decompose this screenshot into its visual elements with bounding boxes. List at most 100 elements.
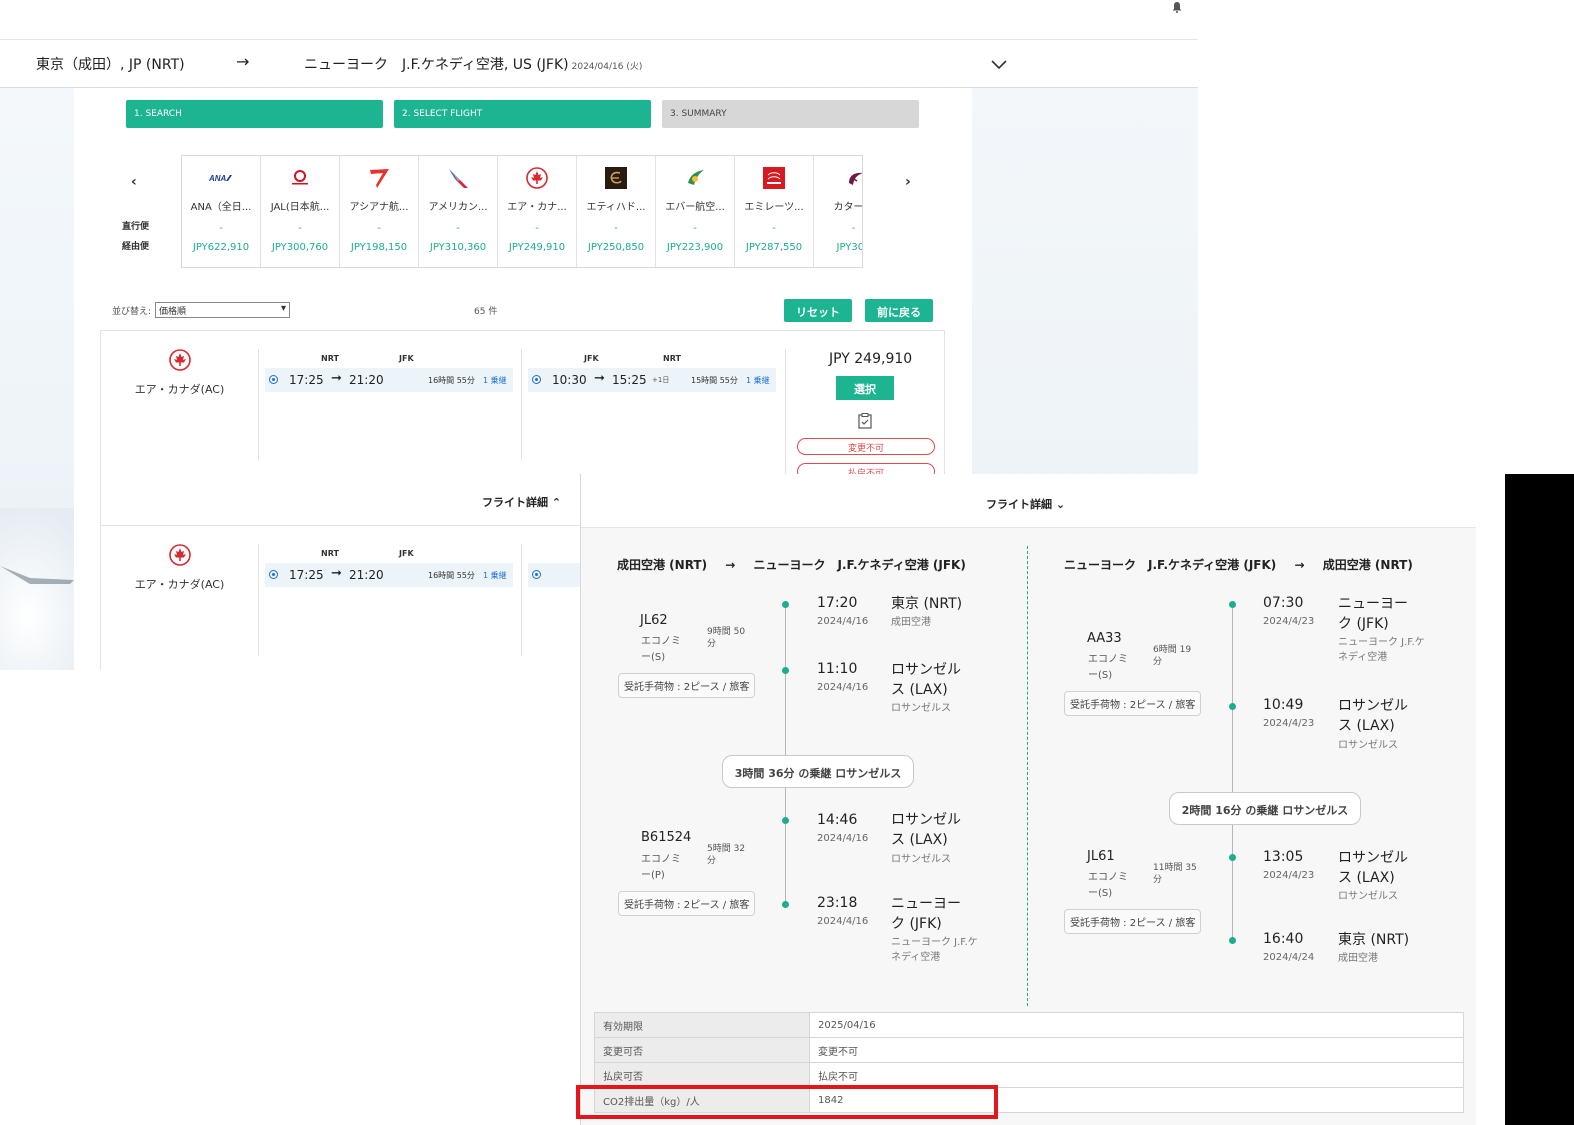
step-search[interactable]: 1. SEARCH xyxy=(126,100,383,128)
next-day-badge: +1日 xyxy=(652,376,670,384)
dep-airport: ロサンゼルス xyxy=(1338,891,1398,902)
detail-panel-header: フライト詳細 ⌄ xyxy=(581,474,1476,528)
carousel-next-button[interactable]: › xyxy=(905,174,911,190)
flight-duration: 11時間 35分 xyxy=(1153,863,1197,885)
airline-card[interactable]: JAL(日本航... - JPY300,760 xyxy=(261,156,340,267)
dep-time: 14:46 xyxy=(817,812,858,828)
cabin-class: エコノミー(S) xyxy=(1088,654,1128,681)
sort-label: 並び替え: xyxy=(112,307,152,317)
airline-connecting-price[interactable]: JPY301 xyxy=(814,242,862,253)
outbound-to-code: JFK xyxy=(399,354,414,363)
airline-card[interactable]: エティハド... - JPY250,850 xyxy=(577,156,656,267)
duration: 15時間 55分 xyxy=(691,376,738,385)
column-divider xyxy=(1027,546,1028,1006)
dep-city: ロサンゼルス (LAX) xyxy=(1338,850,1408,886)
row-label-connecting: 経由便 xyxy=(122,242,150,252)
dep-time: 17:25 xyxy=(289,568,324,582)
outbound-leg-option[interactable]: 17:25 ➞ 21:20 16時間 55分 1 乗継 xyxy=(265,563,513,587)
airline-connecting-price[interactable]: JPY198,150 xyxy=(340,242,418,253)
timeline-line xyxy=(1232,604,1233,942)
airline-card[interactable]: ANA ANA（全日... - JPY622,910 xyxy=(182,156,261,267)
radio-selected-icon[interactable] xyxy=(269,375,278,384)
airline-direct-price: - xyxy=(614,223,618,234)
radio-selected-icon[interactable] xyxy=(532,570,541,579)
timeline-line xyxy=(785,604,786,904)
arrow-right-icon: → xyxy=(1294,558,1305,572)
airline-connecting-price[interactable]: JPY310,360 xyxy=(419,242,497,253)
reset-button[interactable]: リセット xyxy=(784,299,852,322)
cabin-class: エコノミー(S) xyxy=(641,636,681,663)
table-row: 払戻可否 払戻不可 xyxy=(594,1062,1464,1088)
emirates-logo-icon xyxy=(735,162,813,194)
route-origin: 東京（成田）, JP (NRT) xyxy=(36,57,185,73)
airline-card[interactable]: カタール - JPY301 xyxy=(814,156,862,267)
airline-card[interactable]: アシアナ航... - JPY198,150 xyxy=(340,156,419,267)
arr-city: ロサンゼルス (LAX) xyxy=(1338,698,1408,734)
airline-card[interactable]: アメリカン... - JPY310,360 xyxy=(419,156,498,267)
bell-icon[interactable] xyxy=(1172,2,1184,14)
airline-card[interactable]: エア・カナ... - JPY249,910 xyxy=(498,156,577,267)
air-canada-logo-icon xyxy=(168,349,191,371)
baggage-allowance: 受託手荷物 : 2ピース / 旅客 xyxy=(1064,909,1202,934)
dep-time: 17:25 xyxy=(289,373,324,387)
etihad-logo-icon xyxy=(577,162,655,194)
dep-airport: 成田空港 xyxy=(891,617,931,628)
asiana-logo-icon xyxy=(340,162,418,194)
arr-time: 10:49 xyxy=(1263,697,1304,713)
airline-connecting-price[interactable]: JPY300,760 xyxy=(261,242,339,253)
carousel-prev-button[interactable]: ‹ xyxy=(131,174,137,190)
airline-connecting-price[interactable]: JPY249,910 xyxy=(498,242,576,253)
sort-select[interactable]: 価格順 xyxy=(155,302,290,318)
flight-details-toggle[interactable]: フライト詳細 ⌄ xyxy=(986,496,1065,512)
airline-direct-price: - xyxy=(456,223,460,234)
outbound-leg-option[interactable]: 17:25 ➞ 21:20 16時間 55分 1 乗継 xyxy=(265,368,513,392)
airline-name: エア・カナ... xyxy=(507,202,567,213)
dep-time: 13:05 xyxy=(1263,849,1304,865)
airline-card[interactable]: エミレーツ... - JPY287,550 xyxy=(735,156,814,267)
table-row: 有効期限 2025/04/16 xyxy=(594,1012,1464,1038)
stops-link[interactable]: 1 乗継 xyxy=(483,375,507,386)
info-value: 変更不可 xyxy=(809,1037,1464,1063)
airline-connecting-price[interactable]: JPY223,900 xyxy=(656,242,734,253)
airline-direct-price: - xyxy=(377,223,381,234)
airline-connecting-price[interactable]: JPY622,910 xyxy=(182,242,260,253)
highlight-box xyxy=(576,1085,998,1119)
background-sky-left xyxy=(0,88,74,670)
timeline-dot xyxy=(1229,937,1236,944)
dep-date: 2024/4/16 xyxy=(817,833,869,844)
dep-airport: ロサンゼルス xyxy=(891,854,951,865)
timeline-dot xyxy=(1229,703,1236,710)
column-divider xyxy=(258,349,259,461)
airline-connecting-price[interactable]: JPY250,850 xyxy=(577,242,655,253)
inbound-leg-option[interactable] xyxy=(528,563,588,587)
stops-link[interactable]: 1 乗継 xyxy=(746,375,770,386)
radio-selected-icon[interactable] xyxy=(269,570,278,579)
clipboard-icon[interactable] xyxy=(858,413,872,429)
airline-name: エティハド... xyxy=(586,202,646,213)
flight-number: JL61 xyxy=(1087,849,1115,864)
baggage-allowance: 受託手荷物 : 2ピース / 旅客 xyxy=(618,673,756,698)
chevron-down-icon[interactable] xyxy=(990,55,1008,70)
ana-logo-icon: ANA xyxy=(182,162,260,194)
airline-connecting-price[interactable]: JPY287,550 xyxy=(735,242,813,253)
arr-date: 2024/4/24 xyxy=(1263,952,1315,963)
back-button[interactable]: 前に戻る xyxy=(865,299,933,322)
airline-direct-price: - xyxy=(535,223,539,234)
step-select-flight[interactable]: 2. SELECT FLIGHT xyxy=(394,100,651,128)
dep-city: 東京 (NRT) xyxy=(891,596,963,612)
inbound-leg-option[interactable]: 10:30 ➞ 15:25 +1日 15時間 55分 1 乗継 xyxy=(528,368,776,392)
flight-details-link[interactable]: フライト詳細 ⌃ xyxy=(482,494,561,510)
result-airline: エア・カナダ(AC) xyxy=(101,526,258,592)
result-count: 65 件 xyxy=(474,307,498,317)
airline-direct-price: - xyxy=(772,223,776,234)
arr-city: ニューヨーク (JFK) xyxy=(891,896,961,932)
cabin-class: エコノミー(S) xyxy=(1088,872,1128,899)
route-header: 東京（成田）, JP (NRT) → ニューヨーク J.F.ケネディ空港, US… xyxy=(0,0,1198,88)
stops-link[interactable]: 1 乗継 xyxy=(483,570,507,581)
airline-card[interactable]: エバー航空... - JPY223,900 xyxy=(656,156,735,267)
select-button[interactable]: 選択 xyxy=(836,376,894,400)
airline-name: アシアナ航... xyxy=(349,202,409,213)
dep-time: 17:20 xyxy=(817,595,858,611)
step-summary[interactable]: 3. SUMMARY xyxy=(662,100,919,128)
radio-selected-icon[interactable] xyxy=(532,375,541,384)
